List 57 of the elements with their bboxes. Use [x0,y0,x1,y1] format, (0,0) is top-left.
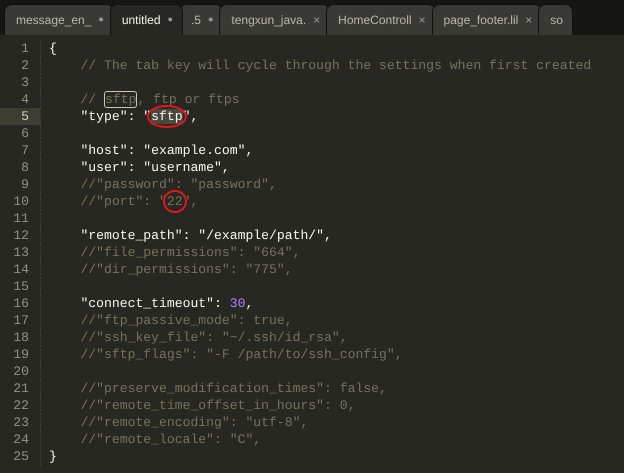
code-line: //"dir_permissions": "775", [80,262,293,277]
line-number: 1 [20,40,30,57]
code-line: //"preserve_modification_times": false, [80,381,387,396]
unsaved-dot-icon: ● [208,13,214,27]
line-number: 16 [12,295,30,312]
line-number: 10 [12,193,30,210]
code-line: "user": "username", [80,160,230,175]
line-number: 19 [12,346,30,363]
code-line: //"sftp_flags": "-F /path/to/ssh_config", [80,347,403,362]
line-number: 11 [12,210,30,227]
unsaved-dot-icon: ● [168,13,173,27]
line-number: 6 [20,125,30,142]
editor-tab[interactable]: message_en_ ● [4,4,114,35]
unsaved-dot-icon: ● [98,13,104,27]
line-number: 9 [20,176,30,193]
line-number: 2 [20,57,30,74]
line-number: 25 [12,448,30,465]
code-line: } [49,449,57,464]
code-line: //"ftp_passive_mode": true, [80,313,293,328]
line-number: 22 [12,397,30,414]
code-line: //"remote_encoding": "utf-8", [80,415,308,430]
line-number: 14 [12,261,30,278]
code-line: "remote_path": "/example/path/", [80,228,332,243]
code-line: // sftp, ftp or ftps [80,91,240,108]
line-number: 13 [12,244,30,261]
selected-text: sftp [151,109,183,124]
line-number: 17 [12,312,30,329]
line-number: 20 [12,363,30,380]
line-number: 3 [20,74,30,91]
code-line: { [49,41,57,56]
line-number: 18 [12,329,30,346]
editor-tab[interactable]: untitled ● [110,4,183,35]
close-icon[interactable]: × [313,11,320,29]
code-line: //"file_permissions": "664", [80,245,300,260]
code-line: "host": "example.com", [80,143,254,158]
editor-tab[interactable]: tengxun_java. × [219,4,330,35]
code-line: //"password": "password", [80,177,277,192]
close-icon[interactable]: × [525,11,532,29]
editor-tab[interactable]: so [538,4,573,35]
line-number: 7 [20,142,30,159]
close-icon[interactable]: × [418,11,426,29]
search-match: sftp [104,91,138,108]
editor-tab[interactable]: HomeControll × [326,4,436,35]
line-number: 23 [12,414,30,431]
editor-tab[interactable]: page_footer.lil × [432,4,542,35]
line-number: 12 [12,227,30,244]
line-number: 15 [12,278,30,295]
code-line: "connect_timeout": 30, [80,296,254,311]
line-number: 4 [20,91,30,108]
line-number: 5 [0,108,40,125]
line-number: 8 [20,159,30,176]
code-line: //"remote_locale": "C", [80,432,262,447]
code-line: //"ssh_key_file": "~/.ssh/id_rsa", [80,330,348,345]
code-line: //"remote_time_offset_in_hours": 0, [80,398,356,413]
line-number: 24 [12,431,30,448]
line-number: 21 [12,380,30,397]
code-line: // The tab key will cycle through the settings when first created [80,58,592,73]
